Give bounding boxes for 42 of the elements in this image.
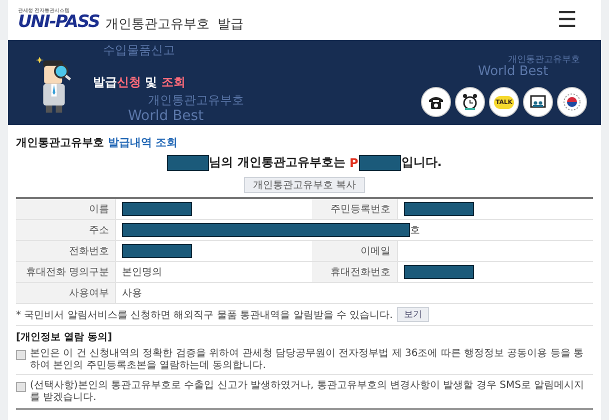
consent-text: 본인은 이 건 신청내역의 정확한 검증을 위하여 관세청 담당공무원이 전자정부법 제 36조에 따른 행정정보 공동이용 등을 통하여 본인의 주민등록초본을 열람하는데 동의합니다. [30,348,585,372]
checkbox[interactable] [16,350,26,360]
table-label: 이름 [16,199,116,219]
table-label: 휴대전화 명의구분 [16,262,116,282]
presentation-icon[interactable] [523,87,553,117]
banner-background-text: World Best [128,108,204,124]
notice-text: * 국민비서 알림서비스를 신청하면 해외직구 물품 통관내역을 알림받을 수 있습니다. [16,308,393,322]
code-prefix: P [350,156,358,170]
redaction-block [122,202,192,216]
redaction-block [404,265,474,279]
table-label: 사용여부 [16,283,116,303]
emblem-icon[interactable] [557,87,587,117]
table-label: 전화번호 [16,241,116,261]
menu-icon[interactable]: ☰ [557,8,577,32]
table-label: 주소 [16,220,116,240]
banner-background-text: 개인통관고유부호 [148,92,244,109]
consent-heading: [개인정보 열람 동의] [16,331,114,344]
clock-icon[interactable] [455,87,485,117]
logo-text[interactable]: UNI-PASS [18,14,100,31]
banner-heading: 발급신청 및 조회 [93,74,186,91]
banner-background-text: 개인통관고유부호 [508,54,580,65]
table-label: 휴대전화번호 [312,262,398,282]
result-text: 님의 개인통관고유부호는 [209,154,346,171]
section-title: 개인통관고유부호 발급내역 조회 [16,135,179,150]
table-cell-text: 호 [410,224,420,237]
table-cell-text: 사용 [122,287,142,300]
table-label: 이메일 [312,241,398,261]
redaction-block [122,244,192,258]
redaction-block [167,154,210,170]
copy-button[interactable]: 개인통관고유부호 복사 [244,177,366,193]
table-label: 주민등록번호 [312,199,398,219]
view-button[interactable]: 보기 [396,307,429,322]
page-title: 개인통관고유부호 발급 [105,16,244,33]
banner-background-text: World Best [478,64,548,79]
phone-icon[interactable] [421,87,451,117]
consent-text: (선택사항)본인의 통관고유부호로 수출입 신고가 발생하였거나, 통관고유부호의 변경사항이 발생할 경우 SMS로 알림메시지를 받겠습니다. [30,380,586,404]
table-cell-text: 본인명의 [122,266,162,279]
checkbox[interactable] [16,382,26,392]
redaction-block [404,202,474,216]
redaction-block [359,154,402,170]
result-text: 입니다. [401,154,442,171]
banner-background-text: 수입물품신고 [103,42,175,59]
